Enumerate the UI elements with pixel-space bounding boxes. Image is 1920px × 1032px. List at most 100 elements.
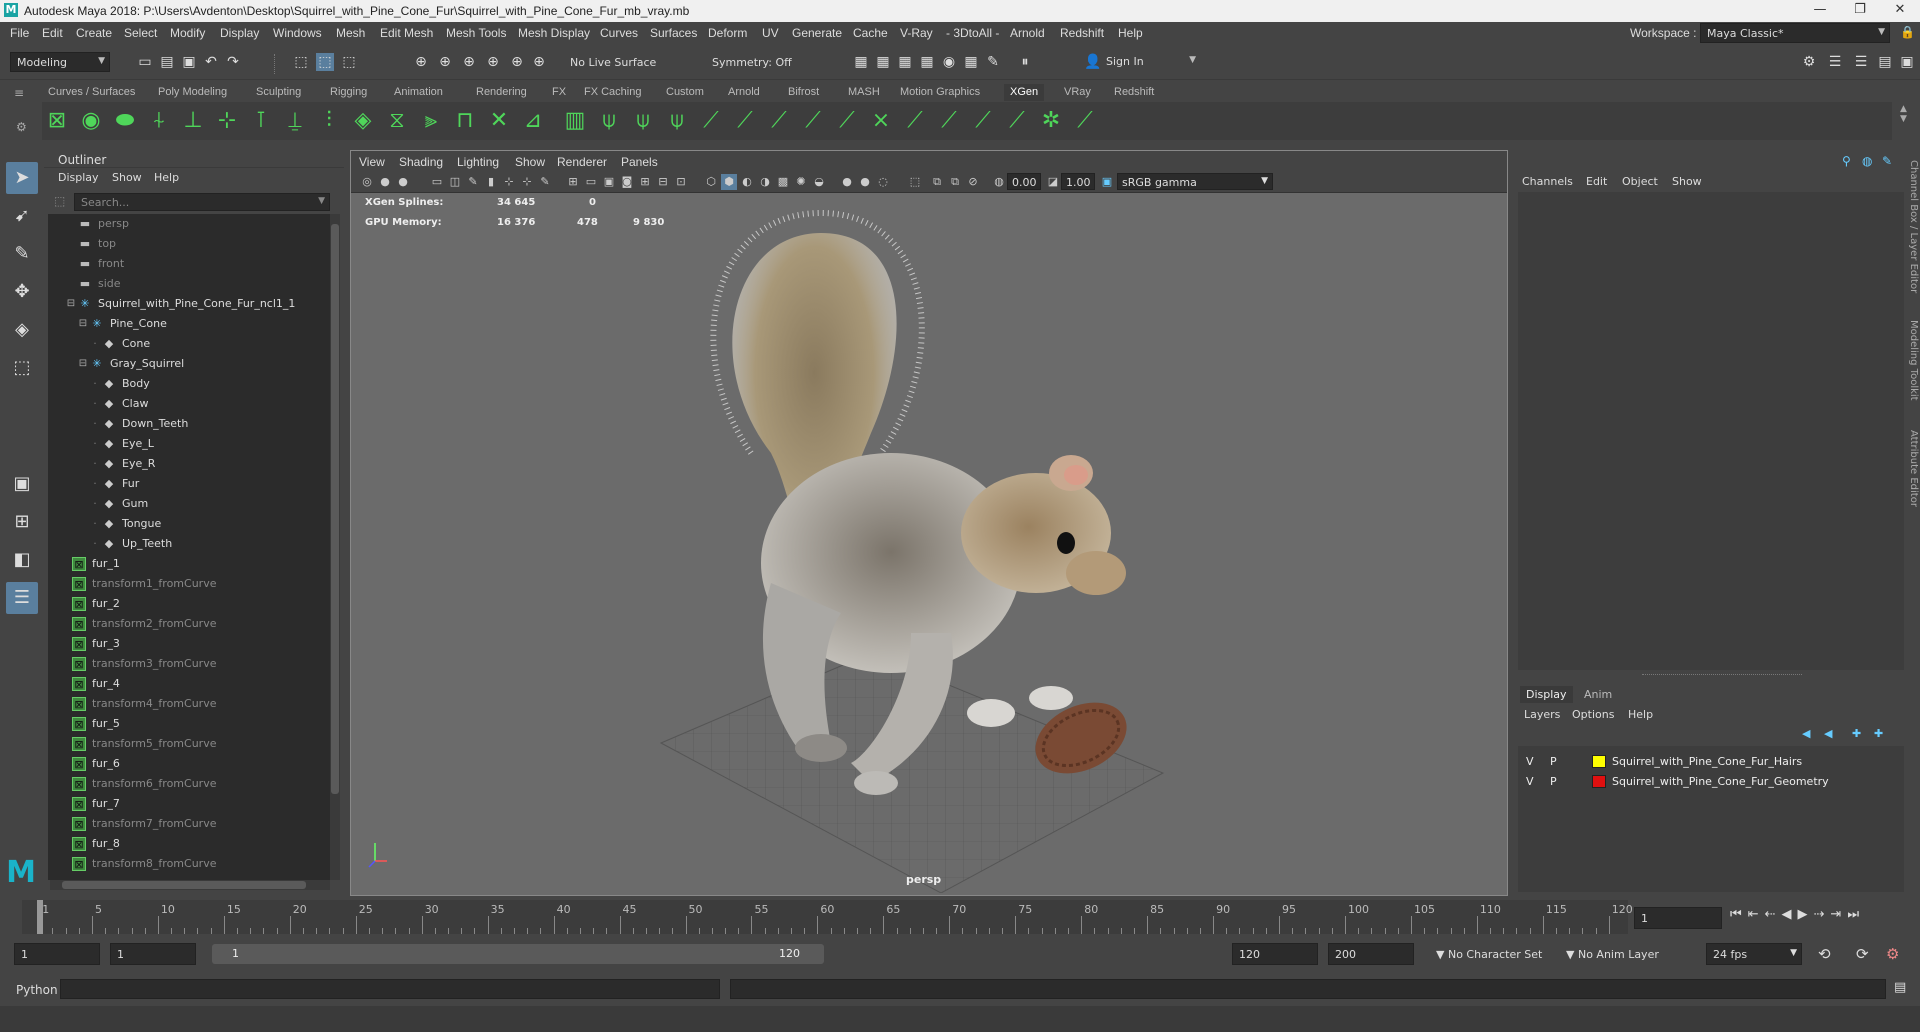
outliner-item[interactable]: · ◆ Up_Teeth [48, 534, 328, 554]
side-tab-modeling-toolkit[interactable]: Modeling Toolkit [1908, 320, 1919, 401]
modeling-toolkit-icon[interactable]: ⚙ [1800, 53, 1818, 71]
outliner-item[interactable]: ⊟ ✳ Pine_Cone [48, 314, 328, 334]
menu-3dtoall[interactable]: - 3DtoAll - [946, 26, 999, 40]
image-plane-icon[interactable]: ▭ [429, 174, 445, 190]
groom-grab-icon[interactable]: ⟋ [732, 107, 758, 135]
ambient-occlusion-icon[interactable]: ✺ [793, 174, 809, 190]
menu-display[interactable]: Display [220, 26, 259, 40]
layer-playback-toggle[interactable]: P [1550, 775, 1557, 788]
time-ruler[interactable]: 1 5 10 15 20 25 30 35 40 45 50 55 60 65 70 75 80 85 90 95 10… [22, 900, 1633, 934]
panel-splitter[interactable] [1642, 674, 1802, 676]
outliner-menu-help[interactable]: Help [154, 171, 179, 184]
channel-box-toggle-icon[interactable]: ⚲ [1842, 154, 1851, 168]
lasso-tool-icon[interactable]: ➹ [6, 200, 38, 232]
outliner-menu-display[interactable]: Display [58, 171, 99, 184]
groom-part-icon[interactable]: ⨯ [868, 107, 894, 135]
shelf-tab-sculpting[interactable]: Sculpting [250, 84, 307, 101]
shelf-tab-custom[interactable]: Custom [660, 84, 710, 101]
layer-color-swatch[interactable] [1592, 755, 1606, 768]
menu-arnold[interactable]: Arnold [1010, 26, 1045, 40]
snap-vertex-icon[interactable]: ⊕ [530, 53, 548, 71]
layers-help-menu[interactable]: Help [1628, 708, 1653, 721]
wireframe-shaded-icon[interactable]: ⬡ [703, 174, 719, 190]
outliner-item[interactable]: ⊠ fur_8 [48, 834, 328, 854]
snap-surface-icon[interactable]: ⊕ [508, 53, 526, 71]
channel-box-icon[interactable]: ▣ [1898, 53, 1916, 71]
menu-mesh[interactable]: Mesh [336, 26, 365, 40]
select-camera-icon[interactable]: ◎ [359, 174, 375, 190]
outliner-layout-icon[interactable]: ☰ [6, 582, 38, 614]
auto-key-icon[interactable]: ⟳ [1856, 945, 1869, 963]
layer-visibility-toggle[interactable]: V [1526, 755, 1534, 768]
vray-ipr-icon[interactable]: ✎ [984, 53, 1002, 71]
outliner-item[interactable]: ⊠ transform4_fromCurve [48, 694, 328, 714]
menu-file[interactable]: File [10, 26, 29, 40]
bookmark-icon[interactable]: ▮ [483, 174, 499, 190]
layers-menu[interactable]: Layers [1524, 708, 1560, 721]
render-ipr-icon[interactable]: ▦ [874, 53, 892, 71]
layer-visibility-toggle[interactable]: V [1526, 775, 1534, 788]
scrollbar-thumb[interactable] [62, 881, 306, 889]
snap-grid-icon[interactable]: ⊕ [412, 53, 430, 71]
tool-toggle-icon[interactable]: ✎ [1882, 154, 1892, 168]
camera-select-icon[interactable]: ⬚ [907, 174, 923, 190]
motion-blur-icon[interactable]: ◒ [811, 174, 827, 190]
xgen-editor-icon[interactable]: ◉ [78, 107, 104, 135]
viewport-menu-view[interactable]: View [359, 155, 385, 169]
outliner-vertical-scrollbar[interactable] [330, 214, 340, 880]
shelf-tab-animation[interactable]: Animation [388, 84, 449, 101]
paint-select-tool-icon[interactable]: ✎ [6, 238, 38, 270]
smooth-shade-icon[interactable]: ⊟ [655, 174, 671, 190]
shadows-icon[interactable]: ◑ [757, 174, 773, 190]
shelf-tab-rigging[interactable]: Rigging [324, 84, 373, 101]
move-layer-down-icon[interactable]: ◀ [1824, 727, 1832, 740]
menu-select[interactable]: Select [124, 26, 157, 40]
outliner-item[interactable]: ⊟ ✳ Squirrel_with_Pine_Cone_Fur_ncl1_1 [48, 294, 328, 314]
pause-icon[interactable]: ⏸ [1016, 53, 1034, 71]
character-controls-icon[interactable]: ☰ [1826, 53, 1844, 71]
channels-show-menu[interactable]: Show [1672, 175, 1702, 188]
guide-cut-icon[interactable]: ⊓ [452, 107, 478, 135]
menu-help[interactable]: Help [1118, 26, 1143, 40]
groom-smooth-icon[interactable]: ⟋ [800, 107, 826, 135]
isolate-select-icon[interactable]: ▩ [775, 174, 791, 190]
shelf-tab-xgen[interactable]: XGen [1004, 84, 1045, 101]
go-to-end-icon[interactable]: ⏭ [1847, 907, 1865, 922]
expand-collapse-icon[interactable]: ⊟ [76, 317, 90, 331]
layer-tab-display[interactable]: Display [1520, 686, 1573, 703]
script-editor-icon[interactable]: ▤ [1894, 980, 1906, 995]
layer-tab-anim[interactable]: Anim [1578, 686, 1618, 703]
xgen-create-icon[interactable]: ⊠ [44, 107, 70, 135]
outliner-item[interactable]: ▬ persp [48, 214, 328, 234]
menu-surfaces[interactable]: Surfaces [650, 26, 697, 40]
filter-icon[interactable]: ⬚ [54, 194, 65, 208]
four-view-layout-icon[interactable]: ⊞ [6, 506, 38, 538]
redo-icon[interactable]: ↷ [224, 53, 242, 71]
guide-length-icon[interactable]: ⊹ [214, 107, 240, 135]
gate-mask-icon[interactable]: ✎ [537, 174, 553, 190]
shelf-tab-arnold[interactable]: Arnold [722, 84, 766, 101]
camera-attributes-icon[interactable]: ● [377, 174, 393, 190]
guide-clump-icon[interactable]: ⫸ [418, 107, 444, 135]
current-frame-field[interactable]: 1 [1634, 907, 1722, 929]
guide-move-icon[interactable]: ⊿ [520, 107, 546, 135]
outliner-item[interactable]: ⊠ transform7_fromCurve [48, 814, 328, 834]
xray-active-icon[interactable]: ⧉ [947, 174, 963, 190]
viewport-menu-show[interactable]: Show [515, 155, 545, 169]
guide-add-icon[interactable]: ⊥ [180, 107, 206, 135]
outliner-item[interactable]: ⊠ fur_5 [48, 714, 328, 734]
new-layer-selected-icon[interactable]: ✚ [1874, 727, 1883, 740]
outliner-item[interactable]: ⊠ transform5_fromCurve [48, 734, 328, 754]
shelf-options-icon[interactable]: ⚙ [16, 120, 27, 134]
guide-layers-icon[interactable]: ◈ [350, 107, 376, 135]
undo-icon[interactable]: ↶ [202, 53, 220, 71]
outliner-item[interactable]: · ◆ Eye_R [48, 454, 328, 474]
select-component-icon[interactable]: ⬚ [340, 53, 358, 71]
menu-windows[interactable]: Windows [273, 26, 322, 40]
side-tab-attribute-editor[interactable]: Attribute Editor [1908, 430, 1919, 507]
place-guides-icon[interactable]: ⍭ [146, 107, 172, 135]
current-time-indicator[interactable] [37, 900, 44, 934]
groom-clump-icon[interactable]: ⟋ [902, 107, 928, 135]
expand-collapse-icon[interactable]: ⊟ [64, 297, 78, 311]
minimize-button[interactable]: — [1800, 2, 1840, 17]
